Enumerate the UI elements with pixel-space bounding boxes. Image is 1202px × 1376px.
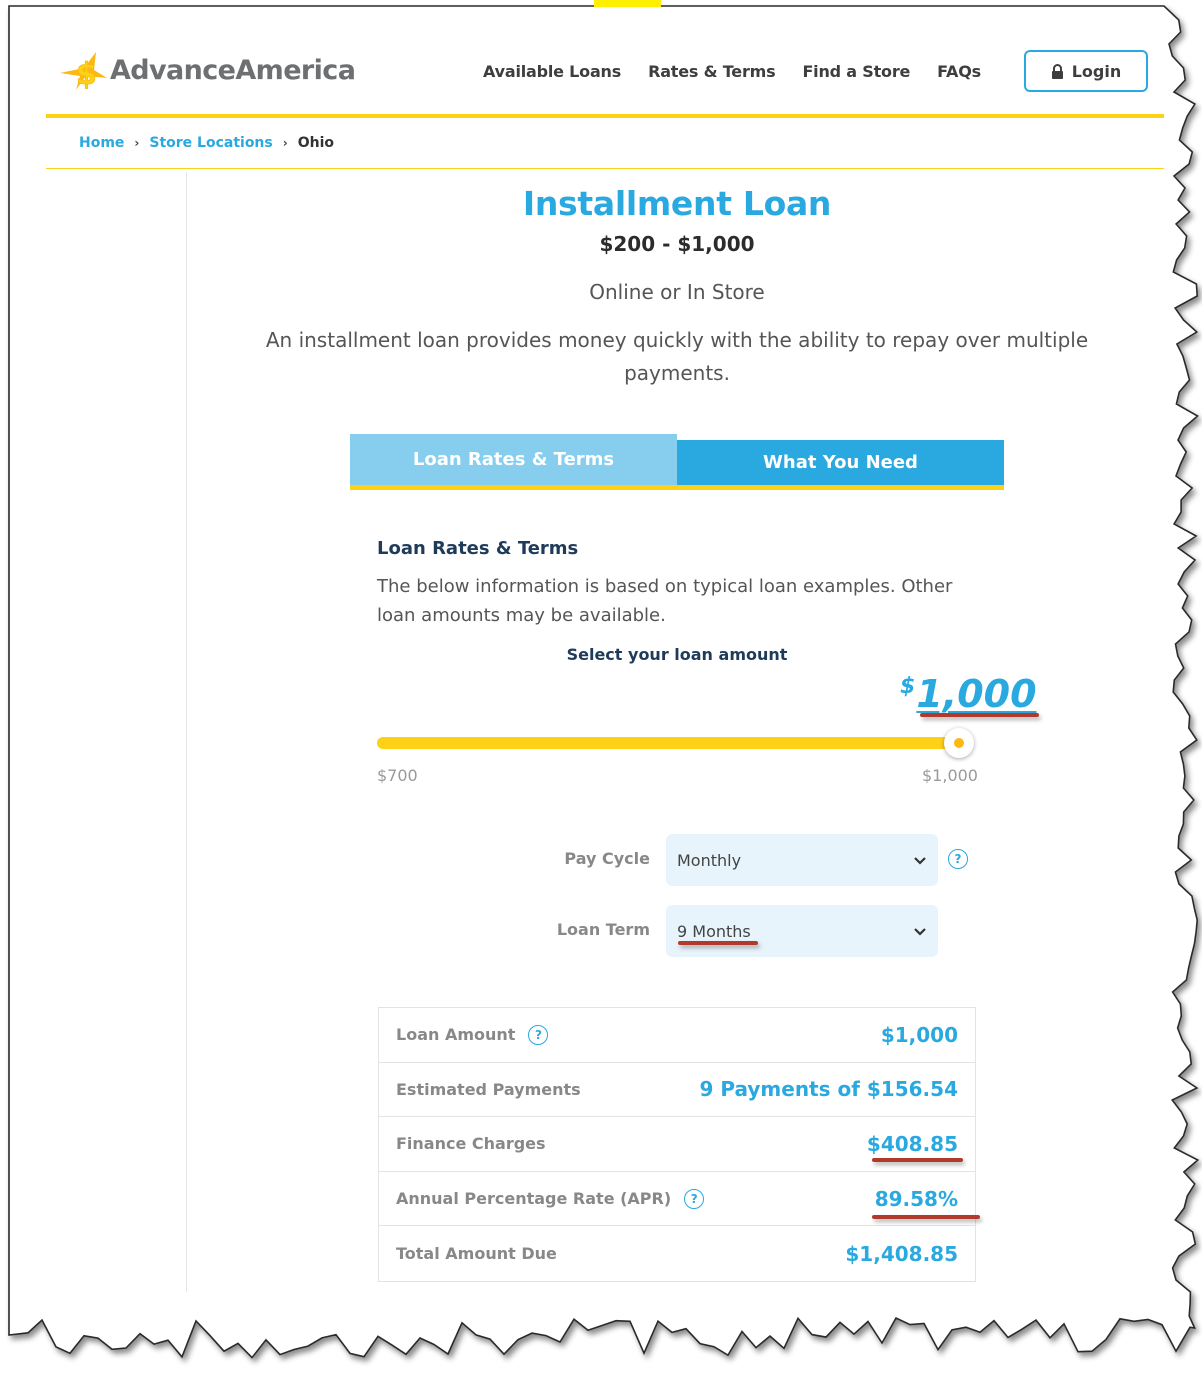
breadcrumb-chevron-icon: › [282, 136, 288, 150]
nav-find-store[interactable]: Find a Store [802, 62, 910, 81]
loan-summary-table: Loan Amount ? $1,000 Estimated Payments … [378, 1007, 976, 1282]
star-dollar-logo-icon: $ [60, 52, 107, 92]
amount-value: 1,000 [916, 672, 1037, 716]
slider-fill [377, 737, 959, 749]
pay-cycle-select[interactable]: Monthly [666, 834, 938, 886]
rates-intro: The below information is based on typica… [377, 576, 953, 626]
loan-amount-label: Loan Amount [396, 1025, 516, 1045]
login-label: Login [1071, 61, 1122, 81]
total-due-value: $1,408.85 [845, 1241, 958, 1266]
page-title: Installment Loan [522, 184, 832, 223]
amount-currency-symbol: $ [900, 674, 916, 699]
pay-cycle-label: Pay Cycle [564, 849, 650, 868]
finance-charges-annotation-underline [872, 1158, 963, 1162]
summary-label: Loan Amount ? [396, 1024, 549, 1045]
finance-charges-value: $408.85 [866, 1131, 958, 1156]
summary-row-estimated-payments: Estimated Payments 9 Payments of $156.54 [379, 1063, 975, 1118]
apr-label: Annual Percentage Rate (APR) [396, 1189, 672, 1209]
apr-help-icon[interactable]: ? [684, 1188, 705, 1209]
loan-term-annotation-underline [678, 941, 758, 945]
finance-charges-label: Finance Charges [396, 1134, 546, 1154]
slider-handle[interactable] [944, 728, 974, 758]
tab-what-you-need[interactable]: What You Need [677, 440, 1004, 485]
main-nav: Available Loans Rates & Terms Find a Sto… [483, 62, 1008, 81]
summary-row-total-due: Total Amount Due $1,408.85 [379, 1226, 975, 1281]
amount-annotation-underline [920, 713, 1039, 717]
pay-cycle-help-icon[interactable]: ? [948, 849, 968, 869]
brand-name: AdvanceAmerica [110, 54, 356, 86]
breadcrumb-store-locations[interactable]: Store Locations [149, 135, 272, 151]
breadcrumb-current: Ohio [297, 135, 334, 151]
summary-label: Annual Percentage Rate (APR) ? [396, 1188, 705, 1209]
summary-row-loan-amount: Loan Amount ? $1,000 [379, 1008, 975, 1063]
chevron-down-icon [914, 857, 926, 865]
nav-rates-terms[interactable]: Rates & Terms [648, 62, 776, 81]
nav-available-loans[interactable]: Available Loans [483, 62, 621, 81]
breadcrumb-chevron-icon: › [134, 136, 140, 150]
chevron-down-icon [914, 928, 926, 936]
tab-loan-rates-terms[interactable]: Loan Rates & Terms [350, 434, 677, 485]
slider-max-label: $1,000 [922, 766, 978, 785]
loan-channel: Online or In Store [589, 280, 765, 304]
summary-row-finance-charges: Finance Charges $408.85 [379, 1117, 975, 1172]
loan-amount-slider[interactable] [377, 728, 974, 758]
select-amount-label: Select your loan amount [566, 645, 788, 664]
selected-amount: $ 1,000 [900, 672, 1037, 716]
pay-cycle-value: Monthly [677, 850, 742, 870]
breadcrumb-divider [46, 168, 1164, 169]
login-button[interactable]: Login [1024, 50, 1148, 92]
slider-min-label: $700 [377, 766, 418, 785]
apr-value: 89.58% [874, 1186, 958, 1211]
site-header: $ AdvanceAmerica Available Loans Rates &… [46, 40, 1164, 118]
breadcrumb-home[interactable]: Home [79, 135, 124, 151]
loan-amount-value: $1,000 [880, 1022, 958, 1047]
loan-term-label: Loan Term [556, 920, 650, 939]
svg-text:$: $ [76, 57, 97, 92]
loan-description: An installment loan provides money quick… [265, 328, 1089, 385]
loan-term-value: 9 Months [677, 921, 751, 941]
total-due-label: Total Amount Due [396, 1244, 557, 1264]
loan-range: $200 - $1,000 [599, 232, 755, 256]
breadcrumb: Home › Store Locations › Ohio [79, 135, 334, 151]
sidebar-divider [186, 172, 187, 1292]
estimated-payments-value: 9 Payments of $156.54 [699, 1077, 959, 1102]
apr-annotation-underline [872, 1215, 980, 1219]
estimated-payments-label: Estimated Payments [396, 1079, 581, 1099]
nav-faqs[interactable]: FAQs [937, 62, 981, 81]
lock-icon [1051, 63, 1063, 79]
rates-heading: Loan Rates & Terms [377, 538, 579, 559]
loan-amount-help-icon[interactable]: ? [528, 1024, 549, 1045]
brand-logo[interactable]: $ AdvanceAmerica [58, 48, 356, 92]
loan-tabs: Loan Rates & Terms What You Need [350, 434, 1004, 490]
loan-term-select[interactable]: 9 Months [666, 905, 938, 957]
top-highlight-marker [594, 0, 661, 7]
